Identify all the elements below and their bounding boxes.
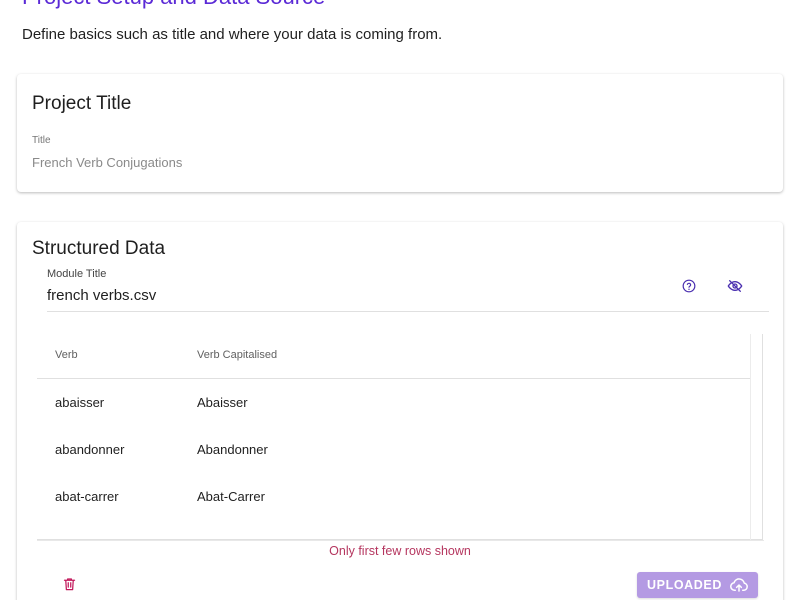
toggle-visibility-button[interactable] [723,274,747,298]
table-cell: Abaisser [197,395,248,410]
help-circle-icon [682,279,696,293]
table-row: abaisser Abaisser [37,379,751,426]
table-cell: Abandonner [197,442,268,457]
table-row: abat-carrer Abat-Carrer [37,473,751,520]
table-header: Verb Verb Capitalised [37,334,751,379]
eye-off-icon [727,280,743,292]
structured-data-card: Structured Data Module Title french verb… [17,222,783,600]
table-cell: abandonner [55,442,125,457]
page-title: Project Setup and Data Source [22,0,325,10]
module-title-underline [47,311,769,312]
delete-button[interactable] [57,572,81,596]
table-scroll-edge [750,334,751,540]
page-subtitle: Define basics such as title and where yo… [22,26,443,43]
module-title-label: Module Title [47,268,107,280]
data-preview-table: Verb Verb Capitalised abaisser Abaisser … [37,334,763,540]
table-divider [37,540,764,541]
title-field-label: Title [32,135,51,146]
table-cell: abat-carrer [55,489,119,504]
column-header-verb-capitalised[interactable]: Verb Capitalised [197,349,277,361]
trash-icon [63,578,75,591]
rows-notice: Only first few rows shown [329,544,471,558]
table-cell: abaisser [55,395,105,410]
structured-card-title: Structured Data [32,238,166,259]
cloud-upload-icon [730,578,748,592]
table-cell: Abat-Carrer [197,489,265,504]
title-field[interactable]: French Verb Conjugations [32,155,182,170]
module-title-field[interactable]: french verbs.csv [47,287,156,304]
table-row: abandonner Abandonner [37,426,751,473]
page: Project Setup and Data Source Define bas… [0,0,800,600]
project-card-title: Project Title [32,93,132,114]
uploaded-button[interactable]: UPLOADED [637,572,758,598]
help-button[interactable] [677,274,701,298]
column-header-verb[interactable]: Verb [55,349,78,361]
uploaded-button-label: UPLOADED [647,578,722,592]
project-title-card: Project Title Title French Verb Conjugat… [17,74,783,192]
